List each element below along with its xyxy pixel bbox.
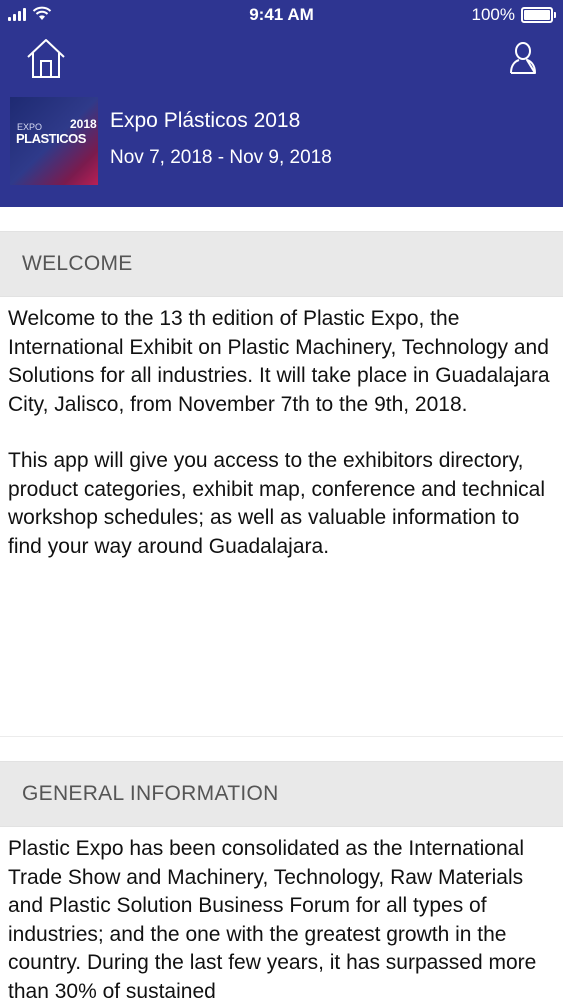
user-icon [510, 42, 536, 74]
welcome-paragraph-1: Welcome to the 13 th edition of Plastic … [8, 307, 550, 416]
battery-icon [521, 7, 556, 23]
event-dates: Nov 7, 2018 - Nov 9, 2018 [110, 147, 332, 168]
welcome-heading: WELCOME [22, 252, 133, 275]
general-info-body: Plastic Expo has been consolidated as th… [0, 827, 563, 1006]
app-header: 9:41 AM 100% EXPO 2018 PLASTICOS Expo Pl… [0, 0, 563, 207]
event-header[interactable]: EXPO 2018 PLASTICOS Expo Plásticos 2018 … [10, 97, 553, 187]
battery-percent: 100% [471, 5, 515, 24]
general-info-section-header: GENERAL INFORMATION [0, 761, 563, 827]
event-title: Expo Plásticos 2018 [110, 109, 301, 132]
nav-bar [0, 30, 563, 90]
welcome-section-header: WELCOME [0, 231, 563, 297]
logo-year-text: 2018 [70, 117, 97, 131]
logo-name-text: PLASTICOS [16, 131, 86, 146]
status-right: 100% [471, 5, 556, 25]
event-logo: EXPO 2018 PLASTICOS [10, 97, 98, 185]
home-button[interactable] [25, 36, 67, 80]
status-bar: 9:41 AM 100% [0, 0, 563, 30]
general-info-paragraph-1: Plastic Expo has been consolidated as th… [8, 837, 537, 1003]
welcome-paragraph-2: This app will give you access to the exh… [8, 449, 545, 558]
welcome-body: Welcome to the 13 th edition of Plastic … [0, 297, 563, 737]
home-icon [27, 39, 65, 78]
general-info-heading: GENERAL INFORMATION [22, 782, 279, 805]
profile-button[interactable] [508, 40, 538, 76]
